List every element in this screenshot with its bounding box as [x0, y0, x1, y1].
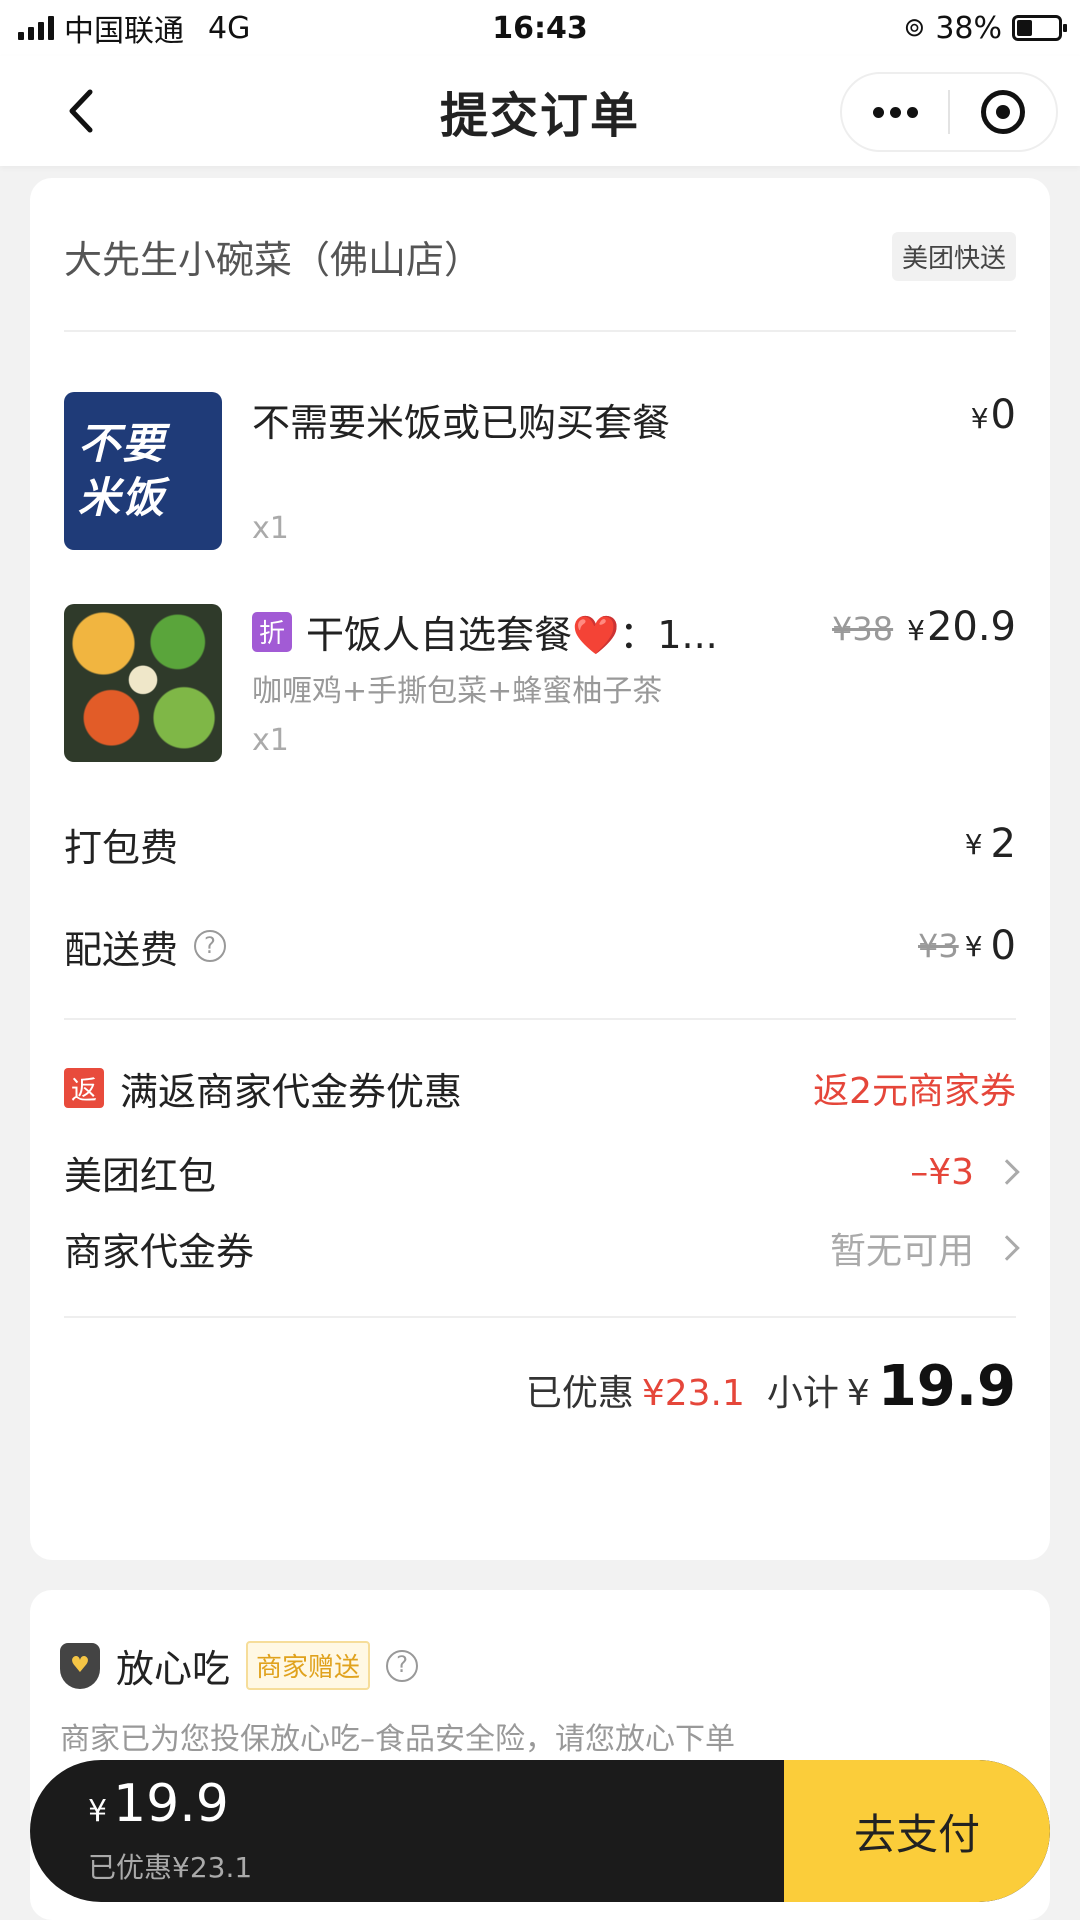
voucher-row[interactable]: 商家代金券 暂无可用 [64, 1218, 1020, 1278]
return-promo-row: 返 满返商家代金券优惠 返2元商家券 [64, 1058, 1016, 1118]
item-thumbnail: 不要 米饭 [64, 392, 222, 550]
thumb-text-line1: 不要 [78, 419, 167, 468]
red-packet-value: –¥3 [910, 1151, 974, 1193]
voucher-value: 暂无可用 [829, 1231, 974, 1272]
pay-amount-value: 19.9 [113, 1774, 229, 1834]
item-qty: x1 [252, 723, 289, 758]
price-symbol: ¥ [964, 929, 983, 963]
status-bar: 中国联通 4G 16:43 ⊚ 38% [0, 0, 1080, 56]
voucher-label: 商家代金券 [64, 1229, 255, 1274]
safe-eat-header: ♥ 放心吃 商家赠送 ? [60, 1638, 419, 1693]
return-promo-label-wrap: 返 满返商家代金券优惠 [64, 1061, 462, 1116]
price-symbol: ¥ [907, 614, 925, 647]
carrier-name: 中国联通 [64, 14, 184, 49]
safe-eat-title: 放心吃 [116, 1647, 231, 1691]
subtotal-label: 小计 [766, 1373, 839, 1414]
price-symbol: ¥ [970, 402, 989, 435]
packing-fee-row: 打包费 ¥2 [64, 814, 1016, 874]
item-price: ¥0 [971, 392, 1016, 438]
item-info: 不需要米饭或已购买套餐 x1 ¥0 [252, 392, 1016, 550]
status-left: 中国联通 4G [18, 6, 250, 50]
battery-fill [1017, 20, 1033, 36]
pay-amount: ¥ 19.9 [88, 1774, 229, 1834]
item-name: 不需要米饭或已购买套餐 [252, 401, 671, 445]
delivery-tag: 美团快送 [891, 231, 1016, 281]
item-thumbnail [64, 604, 222, 762]
divider [64, 1316, 1016, 1318]
item-info: 折 干饭人自选套餐❤️：1... 咖喱鸡+手撕包菜+蜂蜜柚子茶 x1 ¥38 ¥… [252, 604, 1016, 762]
pay-bar: ¥ 19.9 已优惠¥23.1 去支付 [30, 1760, 1050, 1902]
pay-saved: 已优惠¥23.1 [88, 1851, 253, 1884]
item-desc: 咖喱鸡+手撕包菜+蜂蜜柚子茶 [252, 674, 663, 709]
packing-fee-value: ¥2 [965, 821, 1016, 867]
red-packet-row[interactable]: 美团红包 –¥3 [64, 1142, 1020, 1202]
saved-label: 已优惠 [525, 1373, 634, 1414]
mini-program-capsule [840, 72, 1058, 152]
delivery-fee-row: 配送费 ? ¥3 ¥0 [64, 916, 1016, 976]
subtotal-value: 19.9 [877, 1354, 1016, 1419]
price-value: 0 [990, 392, 1016, 438]
price-symbol: ¥ [964, 827, 983, 861]
order-item: 折 干饭人自选套餐❤️：1... 咖喱鸡+手撕包菜+蜂蜜柚子茶 x1 ¥38 ¥… [64, 604, 1016, 762]
item-qty: x1 [252, 511, 289, 546]
red-packet-value-wrap: –¥3 [910, 1151, 1020, 1193]
pay-button[interactable]: 去支付 [784, 1760, 1050, 1902]
return-promo-label: 满返商家代金券优惠 [120, 1069, 463, 1114]
divider [64, 1018, 1016, 1020]
subtotal-row: 已优惠 ¥23.1 小计 ¥ 19.9 [526, 1354, 1016, 1419]
discount-badge: 折 [252, 611, 292, 652]
saved-value: ¥23.1 [641, 1373, 745, 1414]
help-icon[interactable]: ? [386, 1649, 419, 1682]
close-mini-program-button[interactable] [950, 74, 1056, 150]
divider [64, 330, 1016, 332]
item-price: ¥38 ¥20.9 [832, 604, 1016, 650]
nav-bar: 提交订单 [0, 56, 1080, 166]
red-packet-label: 美团红包 [64, 1153, 217, 1198]
help-icon[interactable]: ? [194, 930, 227, 962]
network-type: 4G [208, 10, 251, 46]
rotation-lock-icon: ⊚ [903, 13, 926, 43]
more-button[interactable] [842, 74, 948, 150]
battery-percent: 38% [935, 10, 1002, 46]
order-card: 大先生小碗菜（佛山店） 美团快送 不要 米饭 不需要米饭或已购买套餐 x1 ¥0… [30, 178, 1050, 1560]
thumb-text-line2: 米饭 [78, 473, 167, 522]
delivery-fee-amount: 0 [990, 923, 1016, 969]
return-promo-value: 返2元商家券 [813, 1071, 1016, 1112]
delivery-fee-label-wrap: 配送费 ? [64, 919, 227, 974]
chevron-right-icon [994, 1235, 1020, 1261]
shop-name: 大先生小碗菜（佛山店） [64, 237, 483, 282]
shop-header: 大先生小碗菜（佛山店） 美团快送 [64, 218, 1016, 294]
return-badge: 返 [64, 1068, 104, 1108]
status-right: ⊚ 38% [903, 10, 1067, 46]
item-name-wrap: 折 干饭人自选套餐❤️：1... [252, 604, 718, 659]
signal-icon [18, 16, 54, 40]
price-value: 20.9 [926, 604, 1016, 650]
original-price: ¥38 [832, 610, 894, 648]
original-fee: ¥3 [918, 927, 959, 965]
subtotal-symbol: ¥ [846, 1373, 870, 1414]
safe-eat-desc: 商家已为您投保放心吃–食品安全险，请您放心下单 [60, 1722, 735, 1757]
more-dots-icon [872, 106, 918, 118]
delivery-fee-label: 配送费 [64, 927, 179, 972]
page-title: 提交订单 [439, 88, 640, 144]
chevron-right-icon [994, 1159, 1020, 1185]
packing-fee-amount: 2 [990, 821, 1016, 867]
packing-fee-label: 打包费 [64, 825, 179, 870]
order-item: 不要 米饭 不需要米饭或已购买套餐 x1 ¥0 [64, 392, 1016, 550]
target-circle-icon [981, 90, 1025, 134]
voucher-value-wrap: 暂无可用 [829, 1222, 1020, 1274]
merchant-gift-tag: 商家赠送 [246, 1641, 371, 1690]
back-button[interactable] [56, 84, 106, 138]
shield-icon: ♥ [60, 1642, 100, 1689]
delivery-fee-value: ¥3 ¥0 [918, 923, 1016, 969]
pay-symbol: ¥ [88, 1794, 108, 1829]
chevron-left-icon [69, 89, 93, 133]
battery-icon [1012, 15, 1067, 41]
item-name: 干饭人自选套餐❤️：1... [306, 613, 718, 657]
